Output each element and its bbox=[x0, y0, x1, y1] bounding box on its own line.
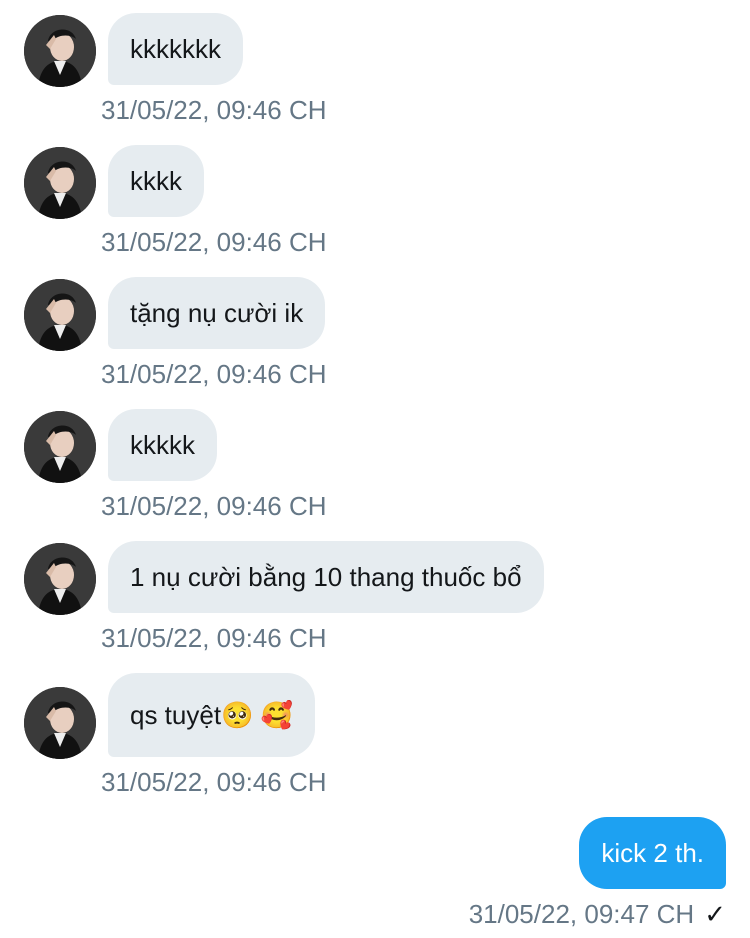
message-row: tặng nụ cười ik 31/05/22, 09:46 CH bbox=[0, 277, 750, 389]
message-row: kkkk 31/05/22, 09:46 CH bbox=[0, 145, 750, 257]
avatar[interactable] bbox=[24, 411, 96, 483]
message-bubble[interactable]: tặng nụ cười ik bbox=[108, 277, 326, 349]
message-bubble[interactable]: kkkkkkk bbox=[108, 13, 243, 85]
message-timestamp: 31/05/22, 09:46 CH bbox=[101, 623, 327, 653]
timestamp-text: 31/05/22, 09:47 CH bbox=[468, 899, 695, 929]
message-timestamp: 31/05/22, 09:46 CH bbox=[101, 359, 327, 389]
message-row: 1 nụ cười bằng 10 thang thuốc bổ 31/05/2… bbox=[0, 541, 750, 653]
message-row-outgoing: kick 2 th. 31/05/22, 09:47 CH ✓ bbox=[0, 817, 750, 937]
message-bubble[interactable]: qs tuyệt🥺 🥰 bbox=[108, 673, 316, 757]
message-timestamp: 31/05/22, 09:46 CH bbox=[101, 95, 327, 125]
avatar[interactable] bbox=[24, 15, 96, 87]
message-timestamp: 31/05/22, 09:46 CH bbox=[101, 227, 327, 257]
message-bubble[interactable]: 1 nụ cười bằng 10 thang thuốc bổ bbox=[108, 541, 544, 613]
message-timestamp: 31/05/22, 09:46 CH bbox=[101, 767, 327, 797]
message-row: kkkkk 31/05/22, 09:46 CH bbox=[0, 409, 750, 521]
avatar[interactable] bbox=[24, 543, 96, 615]
avatar[interactable] bbox=[24, 687, 96, 759]
message-row: kkkkkkk 31/05/22, 09:46 CH bbox=[0, 13, 750, 125]
message-timestamp-outgoing: 31/05/22, 09:47 CH ✓ bbox=[469, 899, 726, 930]
message-timestamp: 31/05/22, 09:46 CH bbox=[101, 491, 327, 521]
message-bubble[interactable]: kkkk bbox=[108, 145, 204, 217]
avatar[interactable] bbox=[24, 279, 96, 351]
message-bubble[interactable]: kkkkk bbox=[108, 409, 217, 481]
sent-check-icon: ✓ bbox=[704, 899, 726, 929]
message-bubble-outgoing[interactable]: kick 2 th. bbox=[579, 817, 726, 889]
message-row: qs tuyệt🥺 🥰 31/05/22, 09:46 CH bbox=[0, 673, 750, 797]
avatar[interactable] bbox=[24, 147, 96, 219]
